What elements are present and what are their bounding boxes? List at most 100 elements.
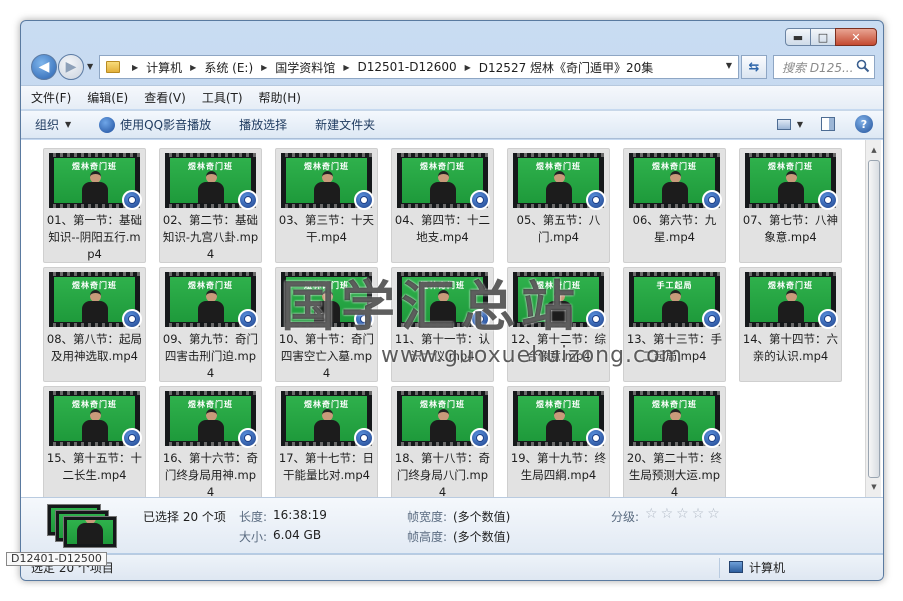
menu-view[interactable]: 查看(V) — [144, 89, 186, 106]
breadcrumb-chevron-icon[interactable]: ▶ — [343, 63, 349, 72]
star-icon[interactable]: ☆ — [676, 506, 689, 522]
menu-edit[interactable]: 编辑(E) — [87, 89, 128, 106]
maximize-button[interactable]: □ — [810, 28, 836, 46]
qq-player-file-icon — [122, 309, 142, 329]
breadcrumb-computer[interactable]: 计算机 — [146, 59, 182, 76]
file-name: 06、第六节：九星.mp4 — [632, 213, 717, 244]
size-value: 6.04 GB — [273, 528, 322, 542]
file-item[interactable]: 煜林奇门班 19、第十九节：终生局四綱.mp4 — [507, 386, 610, 497]
folder-icon — [106, 61, 120, 73]
file-item[interactable]: 煜林奇门班 14、第十四节：六亲的认识.mp4 — [739, 267, 842, 382]
length-label: 长度: — [239, 510, 268, 524]
recent-pages-dropdown-icon[interactable]: ▼ — [87, 62, 93, 71]
change-view-icon[interactable] — [776, 118, 791, 130]
breadcrumb-chevron-icon[interactable]: ▶ — [190, 63, 196, 72]
play-selection-button[interactable]: 播放选择 — [239, 116, 287, 133]
star-icon[interactable]: ☆ — [707, 506, 720, 522]
search-icon[interactable] — [856, 59, 870, 73]
file-list-pane: 煜林奇门班 01、第一节：基础知识--阴阳五行.mp4 煜林奇门班 02、第二节：基础… — [21, 140, 883, 497]
window-controls: ▬ □ ✕ — [785, 28, 877, 46]
scroll-down-icon[interactable]: ▼ — [866, 479, 882, 495]
watermark-url: www.guoxuehuizong.com — [381, 343, 684, 368]
file-item[interactable]: 煜林奇门班 09、第九节：奇门四害击刑门迫.mp4 — [159, 267, 262, 382]
menu-tools[interactable]: 工具(T) — [202, 89, 243, 106]
breadcrumb-chevron-icon[interactable]: ▶ — [465, 63, 471, 72]
organize-button[interactable]: 组织 ▼ — [35, 116, 71, 133]
file-item[interactable]: 煜林奇门班 04、第四节：十二地支.mp4 — [391, 148, 494, 263]
breadcrumb-library[interactable]: 国学资料馆 — [275, 59, 335, 76]
file-item[interactable]: 煜林奇门班 05、第五节：八门.mp4 — [507, 148, 610, 263]
chevron-down-icon: ▼ — [65, 120, 72, 129]
file-name: 19、第十九节：终生局四綱.mp4 — [510, 451, 607, 482]
file-name: 01、第一节：基础知识--阴阳五行.mp4 — [46, 213, 143, 261]
file-item[interactable]: 煜林奇门班 02、第二节：基础知识-九宫八卦.mp4 — [159, 148, 262, 263]
preview-pane-icon[interactable] — [821, 117, 835, 131]
minimize-button[interactable]: ▬ — [785, 28, 811, 46]
address-bar[interactable]: ▶ 计算机 ▶ 系统 (E:) ▶ 国学资料馆 ▶ D12501-D12600 … — [99, 55, 739, 79]
file-item[interactable]: 煜林奇门班 08、第八节：起局及用神选取.mp4 — [43, 267, 146, 382]
file-name: 16、第十六节：奇门终身局用神.mp4 — [162, 451, 259, 497]
details-pane: 已选择 20 个项 长度: 16:38:19 大小: 6.04 GB 帧宽度: … — [21, 497, 883, 553]
qq-player-file-icon — [354, 190, 374, 210]
file-item[interactable]: 煜林奇门班 15、第十五节：十二长生.mp4 — [43, 386, 146, 497]
file-item[interactable]: 煜林奇门班 20、第二十节：终生局预测大运.mp4 — [623, 386, 726, 497]
address-dropdown-icon[interactable]: ▼ — [726, 61, 732, 70]
breadcrumb-drive[interactable]: 系统 (E:) — [204, 59, 253, 76]
breadcrumb-chevron-icon[interactable]: ▶ — [132, 63, 138, 72]
file-item[interactable]: 煜林奇门班 03、第三节：十天干.mp4 — [275, 148, 378, 263]
qq-player-file-icon — [586, 190, 606, 210]
forward-button[interactable]: ▶ — [58, 54, 84, 80]
refresh-button[interactable]: ⇆ — [741, 55, 767, 79]
file-name: 03、第三节：十天干.mp4 — [278, 213, 375, 244]
scrollbar-thumb[interactable] — [868, 160, 880, 478]
file-name: 09、第九节：奇门四害击刑门迫.mp4 — [162, 332, 259, 380]
frame-height-label: 帧高度: — [407, 530, 448, 544]
file-item[interactable]: 煜林奇门班 18、第十八节：奇门终身局八门.mp4 — [391, 386, 494, 497]
view-options-dropdown-icon[interactable]: ▼ — [797, 120, 803, 129]
menu-help[interactable]: 帮助(H) — [259, 89, 301, 106]
qq-player-file-icon — [470, 428, 490, 448]
rating-stars[interactable]: ☆ ☆ ☆ ☆ ☆ — [645, 506, 723, 522]
breadcrumb-chevron-icon[interactable]: ▶ — [261, 63, 267, 72]
status-bar: 选定 20 个项目 计算机 — [21, 554, 883, 580]
qq-player-file-icon — [238, 190, 258, 210]
file-item[interactable]: 煜林奇门班 17、第十七节：日干能量比对.mp4 — [275, 386, 378, 497]
new-folder-button[interactable]: 新建文件夹 — [315, 116, 375, 133]
file-name: 05、第五节：八门.mp4 — [516, 213, 601, 244]
qq-player-file-icon — [586, 428, 606, 448]
breadcrumb-current-folder[interactable]: D12527 煜林《奇门遁甲》20集 — [479, 59, 654, 76]
file-item[interactable]: 煜林奇门班 16、第十六节：奇门终身局用神.mp4 — [159, 386, 262, 497]
status-location-text: 计算机 — [749, 561, 786, 575]
qq-play-button[interactable]: 使用QQ影音播放 — [99, 116, 211, 133]
menu-file[interactable]: 文件(F) — [31, 89, 71, 106]
watermark-text: 国学汇总站 — [281, 275, 581, 338]
star-icon[interactable]: ☆ — [645, 506, 658, 522]
qq-player-file-icon — [702, 309, 722, 329]
close-button[interactable]: ✕ — [835, 28, 877, 46]
status-divider — [719, 558, 720, 578]
star-icon[interactable]: ☆ — [661, 506, 674, 522]
file-item[interactable]: 煜林奇门班 07、第七节：八神象意.mp4 — [739, 148, 842, 263]
selected-count: 已选择 20 个项 — [143, 510, 226, 524]
frame-width-label: 帧宽度: — [407, 510, 448, 524]
file-item[interactable]: 煜林奇门班 06、第六节：九星.mp4 — [623, 148, 726, 263]
thumbnail-stack-front — [63, 516, 117, 548]
star-icon[interactable]: ☆ — [692, 506, 705, 522]
file-item[interactable]: 煜林奇门班 01、第一节：基础知识--阴阳五行.mp4 — [43, 148, 146, 263]
qq-player-file-icon — [702, 428, 722, 448]
back-button[interactable]: ◀ — [31, 54, 57, 80]
scroll-up-icon[interactable]: ▲ — [866, 142, 882, 158]
qq-player-file-icon — [238, 309, 258, 329]
breadcrumb-range[interactable]: D12501-D12600 — [357, 60, 456, 74]
toolbar-right-group: ▼ ? — [776, 115, 873, 133]
file-name: 02、第二节：基础知识-九宫八卦.mp4 — [162, 213, 259, 261]
tooltip: D12401-D12500 — [6, 552, 107, 566]
qq-player-file-icon — [238, 428, 258, 448]
help-icon[interactable]: ? — [855, 115, 873, 133]
search-input[interactable]: 搜索 D125... — [773, 55, 875, 79]
search-placeholder: 搜索 D125... — [782, 60, 854, 75]
file-name: 15、第十五节：十二长生.mp4 — [46, 451, 143, 482]
vertical-scrollbar[interactable]: ▲ ▼ — [865, 140, 881, 497]
length-value: 16:38:19 — [273, 508, 327, 522]
navigation-row: ◀ ▶ ▼ ▶ 计算机 ▶ 系统 (E:) ▶ 国学资料馆 ▶ D12501-D… — [21, 52, 883, 82]
